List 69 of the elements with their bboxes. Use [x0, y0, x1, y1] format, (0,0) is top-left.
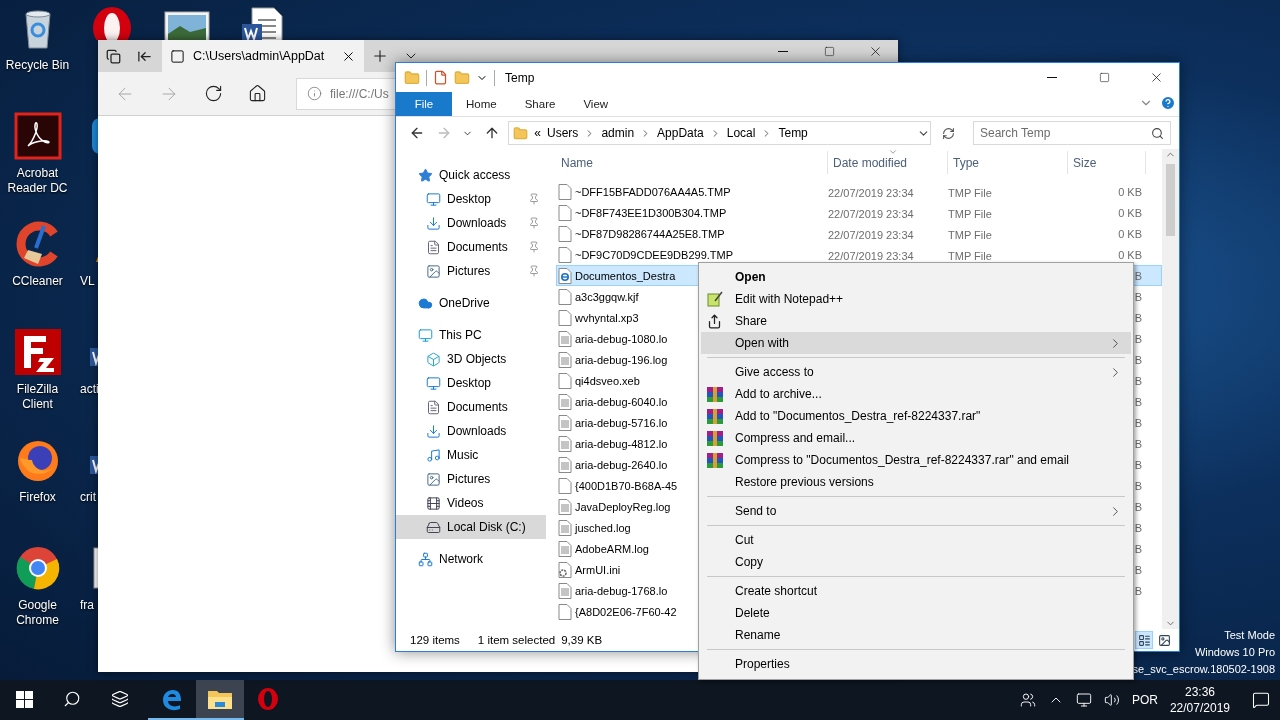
- size-cell-text: B: [1134, 353, 1143, 366]
- file-name: aria-debug-6040.lo: [575, 395, 668, 408]
- file-name: qi4dsveo.xeb: [575, 374, 640, 387]
- type-cell: TMP File: [948, 249, 992, 262]
- file-name: aria-debug-2640.lo: [575, 458, 668, 471]
- desktop-icon-label: fra: [79, 598, 94, 613]
- size-cell-text: B: [1134, 563, 1143, 576]
- size-cell-text: B: [1134, 311, 1143, 324]
- file-name: ArmUI.ini: [575, 563, 621, 576]
- desktop-icon-label: crit: [79, 490, 96, 505]
- file-name: wvhyntal.xp3: [575, 311, 639, 324]
- size-cell-text: B: [1134, 521, 1143, 534]
- date-cell: 22/07/2019 23:34: [828, 186, 914, 199]
- item-count: 129 items: [410, 634, 460, 646]
- size-cell-text: B: [1134, 500, 1143, 513]
- size-cell-text: 0 KB: [1118, 248, 1143, 261]
- size-cell-text: 0 KB: [1118, 227, 1143, 240]
- window-title: Temp: [505, 70, 535, 85]
- desktop-icon-label: acti: [79, 382, 99, 397]
- clock-time: 23:36: [1184, 685, 1215, 699]
- size-cell-text: B: [1134, 269, 1143, 282]
- date-cell: 22/07/2019 23:34: [828, 249, 914, 262]
- file-name: {A8D02E06-7F60-42: [575, 605, 677, 618]
- type-cell: TMP File: [948, 228, 992, 241]
- desktop-icon-label: VL: [79, 274, 95, 289]
- file-name: Documentos_Destra: [575, 269, 676, 282]
- size-cell-text: 0 KB: [1118, 185, 1143, 198]
- size-cell-text: B: [1134, 437, 1143, 450]
- file-name: AdobeARM.log: [575, 542, 649, 555]
- size-cell-text: 0 KB: [1118, 206, 1143, 219]
- type-cell: TMP File: [948, 207, 992, 220]
- size-cell-text: B: [1134, 290, 1143, 303]
- date-cell: 22/07/2019 23:34: [828, 207, 914, 220]
- clock-date: 22/07/2019: [1169, 701, 1230, 715]
- selection-size: 9,39 KB: [561, 634, 603, 646]
- file-name: ~DF8F743EE1D300B304.TMP: [575, 206, 727, 219]
- file-name: aria-debug-196.log: [575, 353, 668, 366]
- size-cell-text: B: [1134, 416, 1143, 429]
- file-name: aria-debug-1080.lo: [575, 332, 668, 345]
- file-name: aria-debug-1768.lo: [575, 584, 668, 597]
- file-name: aria-debug-5716.lo: [575, 416, 668, 429]
- file-name: jusched.log: [575, 521, 631, 534]
- desktop-icon-label: FileZilla Client: [15, 382, 60, 412]
- desktop-icon-label: Google Chrome: [15, 598, 60, 628]
- date-cell: 22/07/2019 23:34: [828, 228, 914, 241]
- file-name: JavaDeployReg.log: [575, 500, 671, 513]
- os-notice-text: se_svc_escrow.180502-1908: [1132, 662, 1275, 677]
- size-cell-text: B: [1134, 332, 1143, 345]
- tab-title: C:\Users\admin\AppDat: [193, 49, 326, 63]
- file-name: aria-debug-4812.lo: [575, 437, 668, 450]
- size-cell-text: B: [1134, 395, 1143, 408]
- size-cell-text: B: [1134, 584, 1143, 597]
- os-notice-text: Windows 10 Pro: [1194, 645, 1275, 660]
- selection-info: 1 item selected: [477, 634, 556, 646]
- size-cell-text: B: [1134, 542, 1143, 555]
- size-cell-text: B: [1134, 458, 1143, 471]
- size-cell-text: B: [1134, 374, 1143, 387]
- desktop-icon-label: Acrobat Reader DC: [6, 166, 69, 196]
- file-name: ~DF87D98286744A25E8.TMP: [575, 227, 725, 240]
- file-name: ~DFF15BFADD076AA4A5.TMP: [575, 185, 731, 198]
- os-notice-text: Test Mode: [1224, 628, 1275, 643]
- desktop-icon-label: CCleaner: [12, 274, 63, 289]
- file-name: a3c3ggqw.kjf: [575, 290, 639, 303]
- file-name: ~DF9C70D9CDEE9DB299.TMP: [575, 248, 734, 261]
- type-cell: TMP File: [948, 186, 992, 199]
- desktop-icon-label: Firefox: [19, 490, 56, 505]
- file-name: {400D1B70-B68A-45: [575, 479, 678, 492]
- desktop-icon-label: Recycle Bin: [5, 58, 70, 73]
- size-cell-text: B: [1134, 479, 1143, 492]
